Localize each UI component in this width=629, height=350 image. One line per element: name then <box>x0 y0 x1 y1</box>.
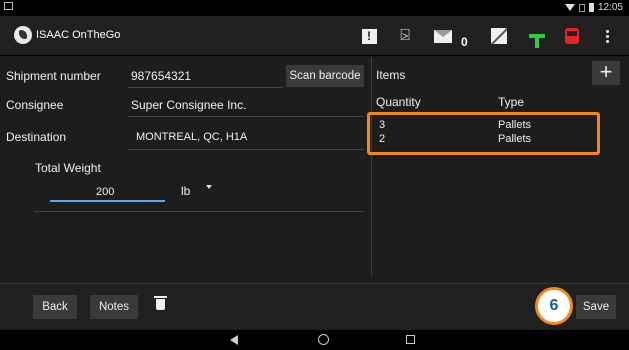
system-nav-bar <box>0 330 629 350</box>
mail-icon[interactable] <box>433 25 453 47</box>
app-logo-icon <box>14 26 32 44</box>
chevron-down-icon[interactable] <box>206 185 212 189</box>
shipment-number-underline <box>128 87 283 88</box>
total-weight-label: Total Weight <box>35 161 101 175</box>
mail-count: 0 <box>461 35 468 49</box>
battery-icon <box>588 3 594 12</box>
alert-icon[interactable]: ! <box>360 25 378 47</box>
destination-underline <box>128 149 364 150</box>
status-time: 12:05 <box>597 2 623 13</box>
save-button[interactable]: Save <box>576 295 616 319</box>
consignee-label: Consignee <box>6 98 64 112</box>
tower-icon[interactable] <box>528 25 546 48</box>
shipment-number-field[interactable]: 987654321 <box>131 69 191 83</box>
overflow-menu-icon[interactable] <box>602 25 612 47</box>
truck-icon[interactable] <box>563 25 581 47</box>
wifi-icon <box>564 4 575 11</box>
status-bar: 12:05 <box>0 0 629 16</box>
panel-divider <box>371 57 372 277</box>
weight-row-divider <box>34 211 364 212</box>
nav-home-icon[interactable] <box>318 334 329 345</box>
column-header-type: Type <box>498 95 525 109</box>
status-indicators: 12:05 <box>564 2 623 13</box>
weight-input-underline <box>50 200 165 202</box>
items-highlight-box <box>367 112 600 155</box>
items-title: Items <box>376 68 406 82</box>
sim-icon <box>578 3 585 12</box>
back-button[interactable]: Back <box>33 295 77 319</box>
notes-button[interactable]: Notes <box>90 295 138 319</box>
trash-icon[interactable] <box>154 296 167 310</box>
weight-unit-select[interactable]: lb <box>181 184 190 198</box>
scan-barcode-button[interactable]: Scan barcode <box>286 65 364 87</box>
item-row-2-type[interactable]: Pallets <box>498 133 531 145</box>
item-row-1-quantity[interactable]: 3 <box>379 119 385 131</box>
consignee-field[interactable]: Super Consignee Inc. <box>131 98 246 112</box>
weight-input[interactable]: 200 <box>96 186 114 198</box>
column-header-quantity: Quantity <box>376 95 421 109</box>
step-callout: 6 <box>535 287 573 325</box>
app-bar: ISAAC OnTheGo ! ⍄ 0 <box>0 16 629 56</box>
shipment-number-label: Shipment number <box>6 69 101 83</box>
notification-icon <box>4 2 13 10</box>
nav-recent-icon[interactable] <box>406 335 415 344</box>
signature-icon[interactable] <box>490 25 508 47</box>
item-row-2-quantity[interactable]: 2 <box>379 133 385 145</box>
person-icon[interactable]: ⍄ <box>396 25 414 47</box>
add-item-button[interactable]: + <box>592 61 620 85</box>
item-row-1-type[interactable]: Pallets <box>498 119 531 131</box>
destination-field[interactable]: MONTREAL, QC, H1A <box>136 131 247 143</box>
nav-back-icon[interactable] <box>230 335 238 345</box>
shipment-form: Shipment number 987654321 Scan barcode C… <box>0 57 629 283</box>
consignee-underline <box>128 116 364 117</box>
destination-label: Destination <box>6 130 67 144</box>
action-bar: Back Notes 6 Save <box>0 283 629 330</box>
app-title: ISAAC OnTheGo <box>36 29 121 41</box>
